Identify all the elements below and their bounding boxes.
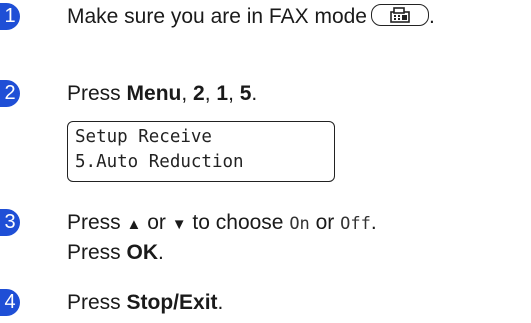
menu-key: Menu <box>126 82 182 105</box>
step-3-line-2-period: . <box>158 241 164 264</box>
fax-mode-button-icon <box>370 4 429 27</box>
step-2-sep-1: , <box>181 82 194 105</box>
step-3-line-1: Press ▲ or ▼ to choose On or Off. <box>67 209 377 238</box>
key-5: 5 <box>239 82 252 105</box>
step-3-line-2: Press OK. <box>67 239 164 266</box>
step-2-sep-2: , <box>204 82 217 105</box>
step-1-period: . <box>428 5 435 28</box>
option-off: Off <box>340 214 371 234</box>
step-3-or-2: or <box>309 211 341 234</box>
step-4-suffix: . <box>217 291 224 314</box>
lcd-display: Setup Receive 5.Auto Reduction <box>67 121 335 182</box>
lcd-line-1: Setup Receive <box>75 127 212 147</box>
step-2-text: Press Menu, 2, 1, 5. <box>67 80 257 107</box>
step-2-suffix: . <box>251 82 258 105</box>
step-2-badge: 2 <box>0 80 20 107</box>
up-arrow-icon: ▲ <box>126 216 142 233</box>
step-4-text: Press Stop/Exit. <box>67 289 223 316</box>
ok-key: OK <box>126 241 159 264</box>
step-3-badge: 3 <box>0 209 20 236</box>
step-1-instruction: Make sure you are in FAX mode <box>67 5 367 28</box>
step-3-period: . <box>370 211 377 234</box>
step-3-prefix: Press <box>67 211 127 234</box>
step-2-prefix: Press <box>67 82 127 105</box>
key-1: 1 <box>216 82 229 105</box>
step-1-text: Make sure you are in FAX mode. <box>67 3 435 30</box>
lcd-line-2: 5.Auto Reduction <box>75 152 244 172</box>
step-3-or-1: or <box>141 211 172 234</box>
step-1-badge: 1 <box>0 3 20 30</box>
key-2: 2 <box>193 82 205 105</box>
step-3-line-2-prefix: Press <box>67 241 127 264</box>
step-4-prefix: Press <box>67 291 127 314</box>
down-arrow-icon: ▼ <box>171 216 187 233</box>
stop-exit-key: Stop/Exit <box>126 291 218 314</box>
step-3-mid: to choose <box>186 211 290 234</box>
step-4-badge: 4 <box>0 289 20 316</box>
option-on: On <box>289 214 310 234</box>
step-2-sep-3: , <box>228 82 240 105</box>
